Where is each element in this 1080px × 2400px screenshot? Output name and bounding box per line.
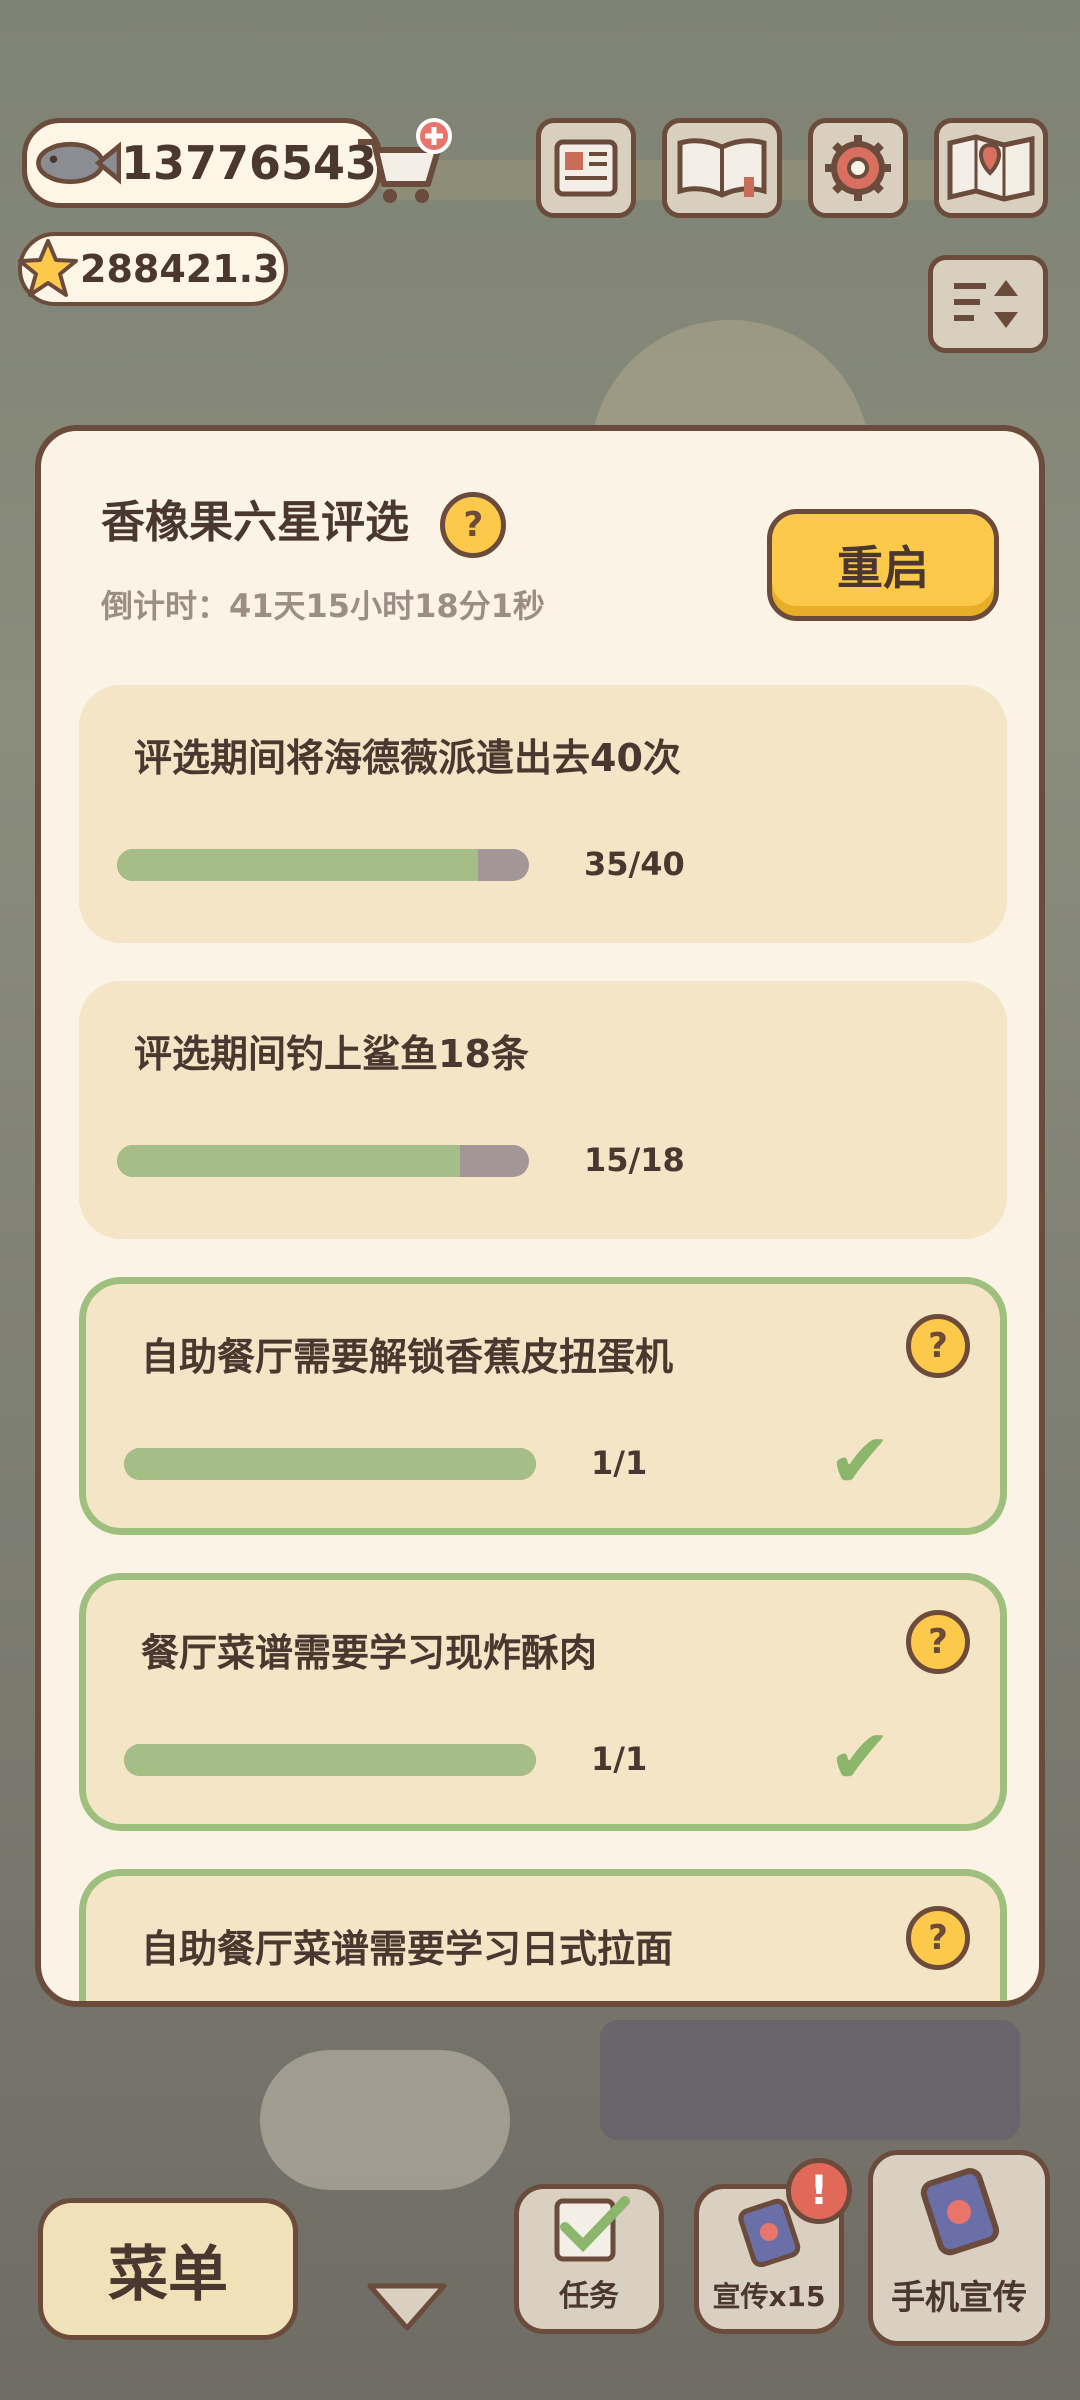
sort-button[interactable]	[928, 255, 1048, 353]
task-card: 餐厅菜谱需要学习现炸酥肉 1/1? ✔	[79, 1573, 1007, 1831]
promo-label: 宣传x15	[712, 2280, 826, 2313]
task-button[interactable]: 任务	[514, 2184, 664, 2334]
alert-badge-icon: !	[786, 2158, 852, 2224]
restart-button[interactable]: 重启	[767, 509, 999, 621]
task-complete-check-icon: ✔	[828, 1712, 892, 1801]
settings-button[interactable]	[808, 118, 908, 218]
scene-floor-rug	[260, 2050, 510, 2190]
task-text: 餐厅菜谱需要学习现炸酥肉	[141, 1631, 598, 1675]
fish-currency-pill[interactable]: 13776543	[22, 118, 382, 208]
map-icon	[947, 134, 1035, 202]
collapse-chevron-down-icon[interactable]	[364, 2278, 450, 2334]
title-help-icon[interactable]: ?	[440, 492, 507, 558]
panel-title-row: 香橡果六星评选 ?	[101, 486, 507, 558]
phone-promo-button[interactable]: 手机宣传	[868, 2150, 1050, 2346]
task-progress-ratio: 35/40	[584, 845, 685, 883]
task-complete-check-icon: ✔	[828, 1416, 892, 1505]
star-currency-pill[interactable]: 288421.3	[18, 232, 288, 306]
rating-panel: 香橡果六星评选 ? 倒计时：41天15小时18分1秒 重启 评选期间将海德薇派遣…	[35, 425, 1045, 2007]
task-progress-fill	[124, 1448, 536, 1480]
task-help-icon[interactable]: ?	[906, 1314, 970, 1378]
task-card: 自助餐厅菜谱需要学习日式拉面?	[79, 1869, 1007, 2001]
shop-cart-button[interactable]	[352, 118, 452, 208]
menu-button[interactable]: 菜单	[38, 2198, 298, 2340]
panel-title: 香橡果六星评选	[101, 497, 409, 548]
countdown-text: 倒计时：41天15小时18分1秒	[101, 587, 545, 625]
book-icon	[677, 138, 767, 198]
task-progress-ratio: 1/1	[591, 1444, 648, 1482]
fish-amount: 13776543	[120, 136, 377, 190]
task-progress-bar	[117, 1145, 529, 1177]
task-label: 任务	[559, 2279, 619, 2314]
phone-promo-label: 手机宣传	[891, 2278, 1027, 2318]
newspaper-icon	[554, 139, 618, 197]
gear-icon	[825, 135, 891, 201]
task-help-icon[interactable]: ?	[906, 1610, 970, 1674]
newspaper-button[interactable]	[536, 118, 636, 218]
phone-icon	[920, 2168, 1000, 2256]
scene-table	[600, 2020, 1020, 2140]
task-card: 评选期间将海德薇派遣出去40次 35/40	[79, 685, 1007, 943]
sort-icon	[954, 280, 1018, 328]
task-progress-ratio: 15/18	[584, 1141, 685, 1179]
task-progress-ratio: 1/1	[591, 1740, 648, 1778]
task-progress-fill	[117, 1145, 461, 1177]
checklist-icon	[554, 2196, 630, 2262]
task-progress-bar	[117, 849, 529, 881]
book-button[interactable]	[662, 118, 782, 218]
task-progress-fill	[124, 1744, 536, 1776]
star-amount: 288421.3	[80, 247, 280, 291]
task-progress-fill	[117, 849, 478, 881]
cart-add-icon	[358, 118, 452, 203]
task-help-icon[interactable]: ?	[906, 1906, 970, 1970]
task-text: 自助餐厅菜谱需要学习日式拉面	[141, 1927, 674, 1971]
task-card: 自助餐厅需要解锁香蕉皮扭蛋机 1/1? ✔	[79, 1277, 1007, 1535]
fish-icon	[36, 141, 121, 185]
task-text: 评选期间钓上鲨鱼18条	[134, 1032, 529, 1076]
star-icon	[18, 239, 78, 297]
task-progress-bar	[124, 1744, 536, 1776]
task-card: 评选期间钓上鲨鱼18条 15/18	[79, 981, 1007, 1239]
task-text: 评选期间将海德薇派遣出去40次	[134, 736, 681, 780]
menu-label: 菜单	[108, 2239, 228, 2310]
task-text: 自助餐厅需要解锁香蕉皮扭蛋机	[141, 1335, 674, 1379]
task-progress-bar	[124, 1448, 536, 1480]
map-button[interactable]	[934, 118, 1048, 218]
